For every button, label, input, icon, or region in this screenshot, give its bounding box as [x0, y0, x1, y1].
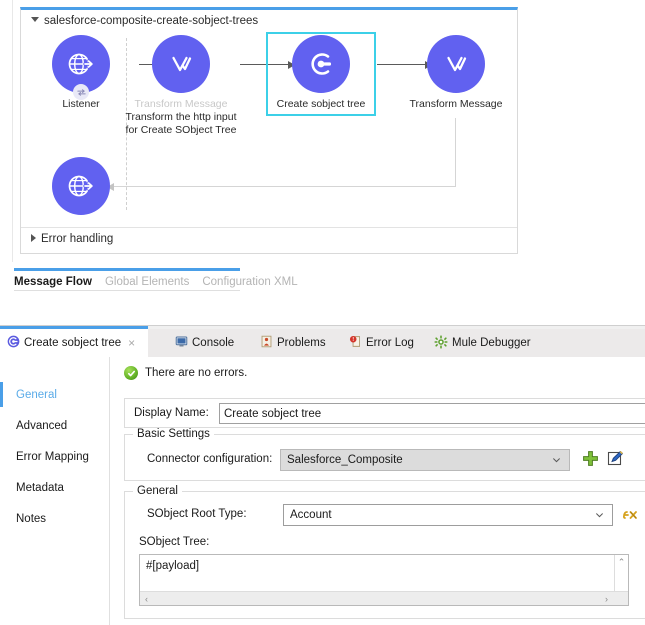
- tab-label: Console: [192, 337, 234, 349]
- editor-tab-underline: [14, 290, 240, 291]
- salesforce-composite-icon: [7, 335, 20, 351]
- application-window: salesforce-composite-create-sobject-tree…: [0, 0, 645, 625]
- scroll-up-icon[interactable]: ⌃: [618, 557, 626, 567]
- properties-panel: Create sobject tree × Console: [0, 325, 645, 625]
- tab-label: Error Log: [366, 337, 414, 349]
- tab-create-sobject-tree[interactable]: Create sobject tree ×: [0, 329, 148, 357]
- sidebar-item-error-mapping[interactable]: Error Mapping: [0, 441, 109, 472]
- basic-settings-group-label: Basic Settings: [133, 428, 214, 440]
- display-name-row: Display Name:: [124, 398, 645, 428]
- sidebar-item-advanced[interactable]: Advanced: [0, 410, 109, 441]
- flow-node-sublabel: Transform the http input for Create SObj…: [125, 111, 237, 137]
- general-group-label: General: [133, 485, 182, 497]
- sobject-root-type-value: Account: [290, 509, 332, 521]
- connector-configuration-select[interactable]: Salesforce_Composite: [280, 449, 570, 471]
- sobject-root-type-select[interactable]: Account: [283, 504, 613, 526]
- error-log-icon: !: [349, 335, 362, 351]
- return-path-horizontal: [114, 186, 456, 187]
- transform-message-icon: [427, 35, 485, 93]
- display-name-input[interactable]: [219, 403, 645, 424]
- green-plus-icon[interactable]: [582, 450, 599, 467]
- tab-message-flow[interactable]: Message Flow: [14, 276, 92, 288]
- expand-triangle-icon[interactable]: [31, 234, 36, 242]
- error-handling-section[interactable]: Error handling: [21, 227, 517, 253]
- canvas-left-rail: [0, 0, 13, 262]
- properties-sidebar[interactable]: General Advanced Error Mapping Metadata …: [0, 357, 110, 625]
- tab-error-log[interactable]: ! Error Log: [342, 329, 421, 357]
- tab-console[interactable]: Console: [168, 329, 241, 357]
- mule-debugger-icon: [434, 335, 448, 352]
- tab-label: Create sobject tree: [24, 337, 121, 349]
- sidebar-item-metadata[interactable]: Metadata: [0, 472, 109, 503]
- sidebar-item-label: Error Mapping: [16, 451, 89, 463]
- flow-node-create-sobject-tree[interactable]: Create sobject tree: [265, 35, 377, 111]
- http-listener-globe-icon: [52, 157, 110, 215]
- tab-label: Problems: [277, 337, 326, 349]
- listener-sync-badge-icon: [73, 84, 89, 100]
- editor-tab-strip[interactable]: Message Flow Global Elements Configurati…: [0, 268, 645, 308]
- success-check-icon: [124, 366, 138, 380]
- sobject-tree-vertical-scrollbar[interactable]: ⌃: [614, 555, 628, 591]
- collapse-triangle-icon[interactable]: [31, 17, 39, 22]
- fx-expression-icon[interactable]: [622, 505, 639, 522]
- validation-status: There are no errors.: [124, 366, 247, 380]
- sidebar-item-label: Metadata: [16, 482, 64, 494]
- editor-tab-accent-bar: [14, 268, 240, 271]
- close-icon[interactable]: ×: [128, 336, 135, 350]
- scroll-left-icon[interactable]: ‹: [145, 594, 148, 604]
- error-handling-toggle[interactable]: Error handling: [31, 233, 113, 245]
- validation-status-label: There are no errors.: [145, 367, 247, 379]
- http-listener-globe-icon: [52, 35, 110, 93]
- properties-content: There are no errors. Display Name: Basic…: [110, 357, 645, 625]
- scroll-right-icon[interactable]: ›: [605, 594, 608, 604]
- console-icon: [175, 335, 188, 351]
- tab-global-elements[interactable]: Global Elements: [105, 276, 189, 288]
- error-handling-label: Error handling: [41, 233, 113, 245]
- sidebar-item-general[interactable]: General: [0, 379, 109, 410]
- transform-message-icon: [152, 35, 210, 93]
- flow-node-label: Create sobject tree: [265, 98, 377, 111]
- tab-mule-debugger[interactable]: Mule Debugger: [427, 329, 538, 357]
- connector-configuration-value: Salesforce_Composite: [287, 454, 403, 466]
- flow-node-listener-response[interactable]: [25, 157, 137, 215]
- flow-title[interactable]: salesforce-composite-create-sobject-tree…: [31, 15, 258, 27]
- tab-label: Mule Debugger: [452, 337, 531, 349]
- flow-node-transform-message-2[interactable]: Transform Message: [400, 35, 512, 111]
- view-tab-bar[interactable]: Create sobject tree × Console: [0, 329, 645, 357]
- properties-body: General Advanced Error Mapping Metadata …: [0, 357, 645, 625]
- chevron-down-icon: [552, 456, 561, 465]
- flow-title-label: salesforce-composite-create-sobject-tree…: [44, 15, 258, 27]
- return-path-vertical: [455, 118, 456, 186]
- sobject-tree-label: SObject Tree:: [139, 536, 209, 548]
- general-group: General SObject Root Type: Account: [124, 491, 645, 619]
- edit-pencil-icon[interactable]: [607, 450, 624, 467]
- flow-node-label: Transform Message: [400, 98, 512, 111]
- sobject-tree-editor[interactable]: #[payload] ⌃ ‹ ›: [139, 554, 629, 606]
- flow-canvas[interactable]: salesforce-composite-create-sobject-tree…: [0, 0, 645, 262]
- sobject-root-type-label: SObject Root Type:: [147, 508, 247, 520]
- salesforce-composite-icon: [292, 35, 350, 93]
- display-name-label: Display Name:: [134, 407, 209, 419]
- sidebar-item-notes[interactable]: Notes: [0, 503, 109, 534]
- basic-settings-group: Basic Settings Connector configuration: …: [124, 434, 645, 481]
- sidebar-item-label: Notes: [16, 513, 46, 525]
- flow-node-listener[interactable]: Listener: [25, 35, 137, 111]
- sobject-tree-horizontal-scrollbar[interactable]: ‹ ›: [140, 591, 628, 605]
- sidebar-item-label: General: [16, 389, 57, 401]
- problems-icon: [260, 335, 273, 351]
- flow-node-transform-message-1[interactable]: Transform Message Transform the http inp…: [125, 35, 237, 137]
- chevron-down-icon: [595, 511, 604, 520]
- tab-configuration-xml[interactable]: Configuration XML: [202, 276, 297, 288]
- flow-container[interactable]: salesforce-composite-create-sobject-tree…: [20, 7, 518, 254]
- sidebar-item-label: Advanced: [16, 420, 67, 432]
- flow-node-label: Transform Message: [125, 98, 237, 111]
- connector-configuration-label: Connector configuration:: [147, 453, 272, 465]
- tab-problems[interactable]: Problems: [253, 329, 333, 357]
- sobject-tree-value: #[payload]: [146, 560, 199, 572]
